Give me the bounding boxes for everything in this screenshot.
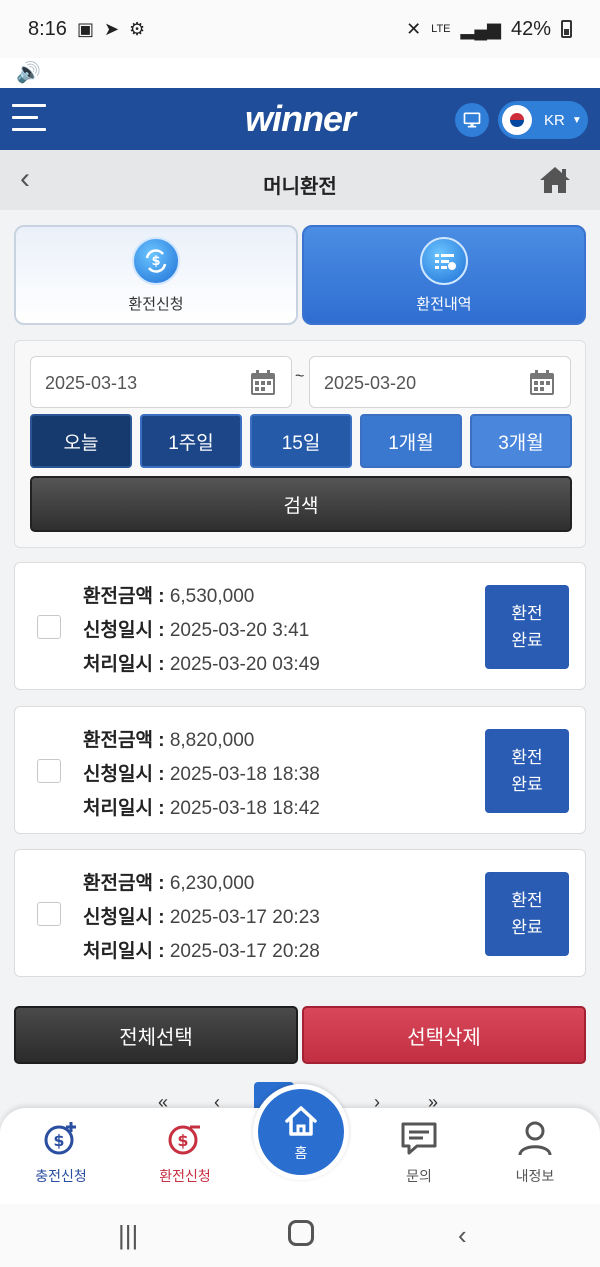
nav-inquiry[interactable]: 문의 xyxy=(364,1118,474,1186)
tab-exchange-history[interactable]: 환전내역 xyxy=(302,225,586,325)
period-month-button[interactable]: 1개월 xyxy=(360,414,462,468)
svg-text:$: $ xyxy=(177,1131,188,1150)
nav-exchange[interactable]: $ 환전신청 xyxy=(130,1118,240,1186)
gallery-icon: ▣ xyxy=(76,18,94,39)
tab-label: 환전신청 xyxy=(128,295,184,313)
home-icon[interactable] xyxy=(538,165,572,195)
record-checkbox[interactable] xyxy=(37,759,61,783)
signal-icon: ▂▄▆ xyxy=(460,18,501,39)
calendar-icon[interactable] xyxy=(249,369,277,397)
chat-icon xyxy=(401,1122,437,1155)
period-today-button[interactable]: 오늘 xyxy=(30,414,132,468)
withdraw-icon: $ xyxy=(168,1125,200,1155)
tab-label: 환전내역 xyxy=(416,295,472,313)
nav-label: 내정보 xyxy=(515,1168,555,1184)
system-back-icon[interactable]: ‹ xyxy=(458,1220,467,1251)
date-separator: ~ xyxy=(295,368,305,385)
process-time-row: 처리일시 : 2025-03-17 20:28 xyxy=(83,941,320,962)
record-checkbox[interactable] xyxy=(37,615,61,639)
settings-icon: ⚙ xyxy=(129,18,146,39)
language-selector[interactable]: KR ▼ xyxy=(498,101,588,139)
language-label: KR xyxy=(544,111,565,129)
deposit-icon: $ xyxy=(44,1122,76,1155)
list-item: 환전금액 : 6,230,000 신청일시 : 2025-03-17 20:23… xyxy=(14,849,586,977)
amount-row: 환전금액 : 6,230,000 xyxy=(83,873,255,894)
status-badge[interactable]: 환전 완료 xyxy=(485,872,569,956)
date-from-input[interactable] xyxy=(45,369,245,397)
nav-label: 홈 xyxy=(294,1145,308,1161)
battery-icon xyxy=(561,20,572,38)
process-time-row: 처리일시 : 2025-03-20 03:49 xyxy=(83,654,320,675)
record-checkbox[interactable] xyxy=(37,902,61,926)
network-label: LTE xyxy=(431,23,451,35)
clock: 8:16 xyxy=(28,17,67,40)
select-all-button[interactable]: 전체선택 xyxy=(14,1006,298,1064)
period-15days-button[interactable]: 15일 xyxy=(250,414,352,468)
system-nav-bar: ||| ‹ xyxy=(0,1204,600,1267)
tab-exchange-apply[interactable]: $ 환전신청 xyxy=(14,225,298,325)
nav-charge[interactable]: $ 충전신청 xyxy=(6,1118,116,1186)
amount-row: 환전금액 : 8,820,000 xyxy=(83,730,255,751)
system-home-icon[interactable] xyxy=(288,1220,314,1246)
home-icon xyxy=(285,1106,317,1136)
monitor-button[interactable] xyxy=(455,103,489,137)
process-time-row: 처리일시 : 2025-03-18 18:42 xyxy=(83,798,320,819)
page-title-bar: ‹ 머니환전 xyxy=(0,150,600,210)
nav-label: 충전신청 xyxy=(35,1168,87,1184)
date-to-field[interactable] xyxy=(309,356,571,408)
status-badge[interactable]: 환전 완료 xyxy=(485,729,569,813)
nav-home[interactable]: 홈 xyxy=(253,1084,349,1180)
nav-profile[interactable]: 내정보 xyxy=(480,1118,590,1186)
nav-label: 환전신청 xyxy=(159,1168,211,1184)
calendar-icon[interactable] xyxy=(528,369,556,397)
battery-percent: 42% xyxy=(510,17,551,40)
chevron-down-icon: ▼ xyxy=(571,114,582,126)
page-title: 머니환전 xyxy=(263,176,337,198)
status-bar: 8:16 ▣ ➤ ⚙ ✕ LTE ▂▄▆ 42% xyxy=(0,0,600,58)
period-week-button[interactable]: 1주일 xyxy=(140,414,242,468)
user-icon xyxy=(518,1121,552,1156)
monitor-icon xyxy=(463,112,481,128)
date-to-input[interactable] xyxy=(324,369,524,397)
list-item: 환전금액 : 6,530,000 신청일시 : 2025-03-20 3:41 … xyxy=(14,562,586,690)
delete-selected-button[interactable]: 선택삭제 xyxy=(302,1006,586,1064)
recent-apps-icon[interactable]: ||| xyxy=(118,1220,138,1251)
status-badge[interactable]: 환전 완료 xyxy=(485,585,569,669)
date-from-field[interactable] xyxy=(30,356,292,408)
telegram-icon: ➤ xyxy=(103,18,120,39)
svg-text:$: $ xyxy=(151,254,160,269)
sound-bar: 🔊 xyxy=(0,58,600,88)
list-item: 환전금액 : 8,820,000 신청일시 : 2025-03-18 18:38… xyxy=(14,706,586,834)
search-button[interactable]: 검색 xyxy=(30,476,572,532)
exchange-icon: $ xyxy=(132,236,180,285)
svg-text:$: $ xyxy=(53,1131,64,1150)
nav-label: 문의 xyxy=(406,1168,432,1184)
period-3months-button[interactable]: 3개월 xyxy=(470,414,572,468)
request-time-row: 신청일시 : 2025-03-18 18:38 xyxy=(83,764,320,785)
amount-row: 환전금액 : 6,530,000 xyxy=(83,586,255,607)
request-time-row: 신청일시 : 2025-03-17 20:23 xyxy=(83,907,320,928)
request-time-row: 신청일시 : 2025-03-20 3:41 xyxy=(83,620,310,641)
mute-icon: ✕ xyxy=(406,18,422,39)
list-icon xyxy=(420,236,468,285)
speaker-icon[interactable]: 🔊 xyxy=(16,60,41,85)
korea-flag-icon xyxy=(502,105,532,135)
